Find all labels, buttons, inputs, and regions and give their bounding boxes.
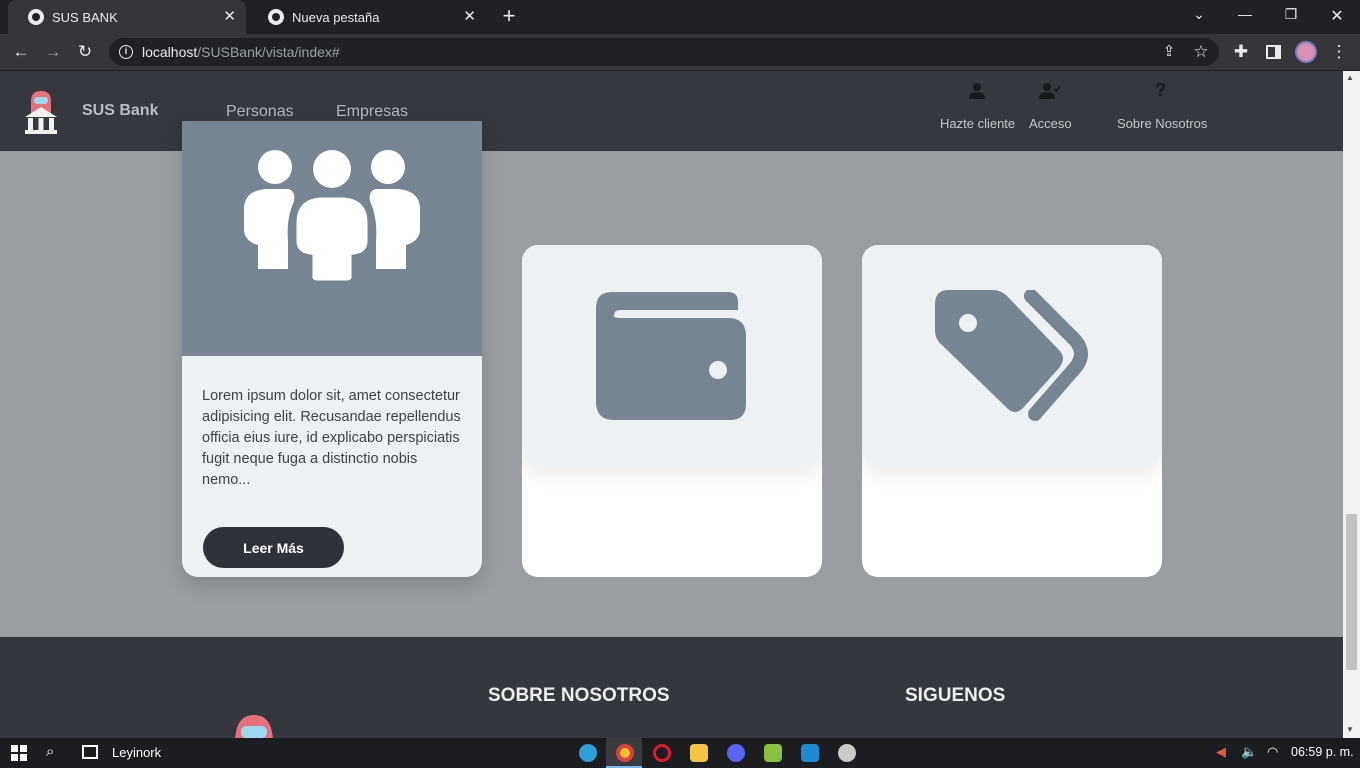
tab-nueva-pestana[interactable]: Nueva pestaña ✕ bbox=[248, 0, 486, 34]
site-footer: SOBRE NOSOTROS SIGUENOS bbox=[0, 637, 1343, 738]
tab-title: SUS BANK bbox=[52, 9, 118, 25]
page-viewport: SUS Bank Personas Empresas Hazte cliente… bbox=[0, 71, 1343, 738]
url-path: /SUSBank/vista/index# bbox=[197, 44, 340, 60]
chrome-icon[interactable] bbox=[616, 744, 634, 762]
nav-link-personas[interactable]: Personas bbox=[226, 103, 294, 121]
tags-icon bbox=[935, 290, 1088, 421]
card-wallet bbox=[522, 245, 822, 577]
windows-start-icon[interactable] bbox=[11, 745, 27, 761]
footer-logo bbox=[235, 715, 273, 738]
card-description: Lorem ipsum dolor sit, amet consectetur … bbox=[202, 388, 461, 488]
share-icon[interactable]: ⇪ bbox=[1158, 41, 1180, 63]
edge-icon[interactable] bbox=[579, 744, 597, 762]
extensions-icon[interactable]: ✚ bbox=[1230, 41, 1252, 63]
game-app-icon[interactable] bbox=[764, 744, 782, 762]
card-image bbox=[862, 245, 1162, 466]
url-text[interactable]: localhost/SUSBank/vista/index# bbox=[142, 44, 340, 60]
tab-search-icon[interactable]: ⌄ bbox=[1184, 6, 1214, 23]
taskbar-clock[interactable]: 06:59 p. m. bbox=[1291, 745, 1354, 759]
leer-mas-button[interactable]: Leer Más bbox=[203, 527, 344, 568]
url-host: localhost bbox=[142, 44, 198, 60]
sus-bank-logo bbox=[25, 91, 57, 134]
reload-icon[interactable]: ↻ bbox=[74, 41, 96, 63]
wallet-icon bbox=[596, 292, 746, 420]
taskbar-user-label[interactable]: Leyinork bbox=[112, 745, 161, 760]
close-tab-icon[interactable]: ✕ bbox=[223, 9, 236, 25]
minimize-icon[interactable]: — bbox=[1230, 6, 1260, 22]
side-panel-icon[interactable] bbox=[1266, 45, 1281, 59]
nav-action-sobre-nosotros[interactable]: Sobre Nosotros bbox=[1117, 116, 1207, 131]
task-view-icon[interactable] bbox=[82, 745, 98, 759]
user-check-icon[interactable] bbox=[1039, 82, 1061, 100]
nav-action-acceso[interactable]: Acceso bbox=[1029, 116, 1072, 131]
card-personas: Lorem ipsum dolor sit, amet consectetur … bbox=[182, 121, 482, 577]
scroll-up-icon[interactable]: ▲ bbox=[1346, 73, 1354, 82]
discord-icon[interactable] bbox=[727, 744, 745, 762]
globe-icon bbox=[28, 9, 44, 25]
new-tab-button[interactable]: + bbox=[499, 5, 519, 27]
chrome-icon bbox=[268, 9, 284, 25]
bookmark-star-icon[interactable]: ☆ bbox=[1190, 41, 1212, 63]
card-image bbox=[182, 121, 482, 356]
windows-taskbar bbox=[0, 738, 1360, 768]
tab-sus-bank[interactable]: SUS BANK ✕ bbox=[8, 0, 246, 34]
footer-heading-siguenos: SIGUENOS bbox=[905, 685, 1006, 706]
file-explorer-icon[interactable] bbox=[690, 744, 708, 762]
footer-heading-sobre-nosotros: SOBRE NOSOTROS bbox=[488, 685, 670, 706]
scroll-down-icon[interactable]: ▼ bbox=[1346, 725, 1354, 734]
card-tags bbox=[862, 245, 1162, 577]
profile-avatar-icon[interactable] bbox=[1295, 41, 1317, 63]
brand-name[interactable]: SUS Bank bbox=[82, 102, 158, 120]
user-icon[interactable] bbox=[968, 82, 986, 100]
restore-icon[interactable]: ❐ bbox=[1276, 6, 1306, 23]
scrollbar-thumb[interactable] bbox=[1346, 514, 1357, 670]
search-icon[interactable]: ⌕ bbox=[46, 743, 54, 760]
github-desktop-icon[interactable] bbox=[838, 744, 856, 762]
tab-title: Nueva pestaña bbox=[292, 9, 380, 25]
forward-icon[interactable]: → bbox=[42, 41, 64, 63]
alert-icon[interactable]: ◀ bbox=[1216, 744, 1226, 760]
opera-icon[interactable] bbox=[653, 744, 671, 762]
site-info-icon[interactable]: i bbox=[119, 45, 133, 59]
question-icon[interactable]: ? bbox=[1155, 80, 1166, 101]
vscode-icon[interactable] bbox=[801, 744, 819, 762]
nav-link-empresas[interactable]: Empresas bbox=[336, 103, 408, 121]
volume-icon[interactable]: 🔈 bbox=[1241, 744, 1257, 760]
back-icon[interactable]: ← bbox=[10, 41, 32, 63]
card-image bbox=[522, 245, 822, 466]
close-window-icon[interactable]: ✕ bbox=[1322, 6, 1352, 26]
network-icon[interactable]: ◠ bbox=[1267, 744, 1278, 760]
menu-kebab-icon[interactable]: ⋮ bbox=[1328, 41, 1350, 63]
users-icon bbox=[244, 150, 420, 285]
browser-tab-strip: SUS BANK ✕ Nueva pestaña ✕ + ⌄ — ❐ ✕ bbox=[0, 0, 1360, 34]
close-tab-icon[interactable]: ✕ bbox=[463, 9, 476, 25]
nav-action-hazte-cliente[interactable]: Hazte cliente bbox=[940, 116, 1015, 131]
